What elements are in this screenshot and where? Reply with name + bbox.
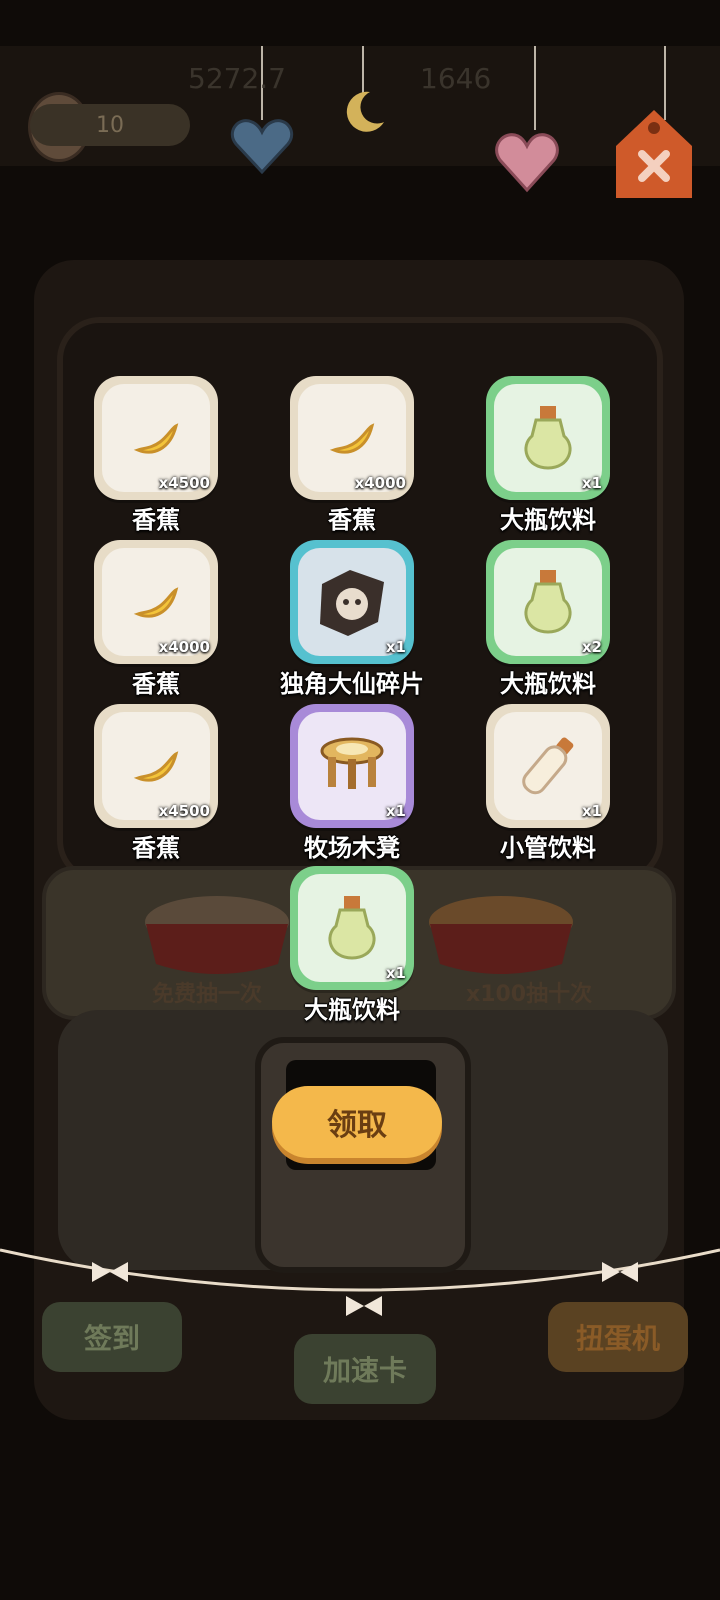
checkin-button[interactable]: 签到 bbox=[42, 1302, 182, 1372]
stat-1: 5272.7 bbox=[188, 62, 286, 95]
tag-icon[interactable] bbox=[612, 106, 696, 202]
reward-name: 大瓶饮料 bbox=[304, 996, 400, 1024]
reward-qty: x4500 bbox=[158, 474, 210, 492]
ten-draw-label[interactable]: x100抽十次 bbox=[466, 976, 592, 1008]
reward-card[interactable]: x1 bbox=[290, 540, 414, 664]
reward-name: 小管饮料 bbox=[500, 834, 596, 862]
reward-qty: x4000 bbox=[158, 638, 210, 656]
reward-qty: x4000 bbox=[354, 474, 406, 492]
reward-card[interactable]: x2 bbox=[486, 540, 610, 664]
banana-icon bbox=[133, 423, 179, 454]
bow-icon bbox=[602, 1262, 638, 1282]
reward-name: 大瓶饮料 bbox=[500, 506, 596, 534]
moon-ornament-icon bbox=[346, 91, 384, 132]
reward-card[interactable]: x1 bbox=[290, 866, 414, 990]
reward-card[interactable]: x1 bbox=[486, 376, 610, 500]
bow-icon bbox=[346, 1296, 382, 1316]
reward-card[interactable]: x4000 bbox=[290, 376, 414, 500]
banana-icon bbox=[329, 423, 375, 454]
free-draw-bowl[interactable] bbox=[142, 894, 292, 978]
heart-ornament-icon bbox=[230, 119, 294, 174]
heart-ornament-pink-icon bbox=[495, 133, 559, 193]
reward-card[interactable]: x4500 bbox=[94, 376, 218, 500]
reward-card[interactable]: x4500 bbox=[94, 704, 218, 828]
speedup-card-button[interactable]: 加速卡 bbox=[294, 1334, 436, 1404]
banana-icon bbox=[133, 751, 179, 782]
tube-drink-icon bbox=[522, 737, 574, 795]
reward-card[interactable]: x1 bbox=[290, 704, 414, 828]
reward-qty: x1 bbox=[385, 964, 406, 982]
potion-icon bbox=[524, 570, 572, 634]
reward-card[interactable]: x1 bbox=[486, 704, 610, 828]
reward-name: 香蕉 bbox=[328, 506, 376, 534]
free-draw-label[interactable]: 免费抽一次 bbox=[152, 976, 262, 1008]
reward-name: 香蕉 bbox=[132, 506, 180, 534]
reward-qty: x4500 bbox=[158, 802, 210, 820]
reward-qty: x1 bbox=[385, 802, 406, 820]
unicorn-shard-icon bbox=[320, 570, 384, 636]
reward-name: 大瓶饮料 bbox=[500, 670, 596, 698]
stat-2: 1646 bbox=[420, 62, 492, 95]
potion-icon bbox=[328, 896, 376, 960]
reward-name: 牧场木凳 bbox=[304, 834, 400, 862]
reward-qty: x2 bbox=[581, 638, 602, 656]
gacha-button[interactable]: 扭蛋机 bbox=[548, 1302, 688, 1372]
ten-draw-bowl[interactable] bbox=[426, 894, 576, 978]
reward-name: 香蕉 bbox=[132, 834, 180, 862]
reward-qty: x1 bbox=[581, 802, 602, 820]
potion-icon bbox=[524, 406, 572, 470]
reward-card[interactable]: x4000 bbox=[94, 540, 218, 664]
reward-qty: x1 bbox=[581, 474, 602, 492]
ticket-count: 10 bbox=[30, 104, 190, 146]
reward-qty: x1 bbox=[385, 638, 406, 656]
claim-button[interactable]: 领取 bbox=[272, 1086, 442, 1158]
reward-name: 独角大仙碎片 bbox=[280, 670, 424, 698]
banana-icon bbox=[133, 587, 179, 618]
reward-name: 香蕉 bbox=[132, 670, 180, 698]
wooden-stool-icon bbox=[320, 737, 384, 789]
bow-icon bbox=[92, 1262, 128, 1282]
